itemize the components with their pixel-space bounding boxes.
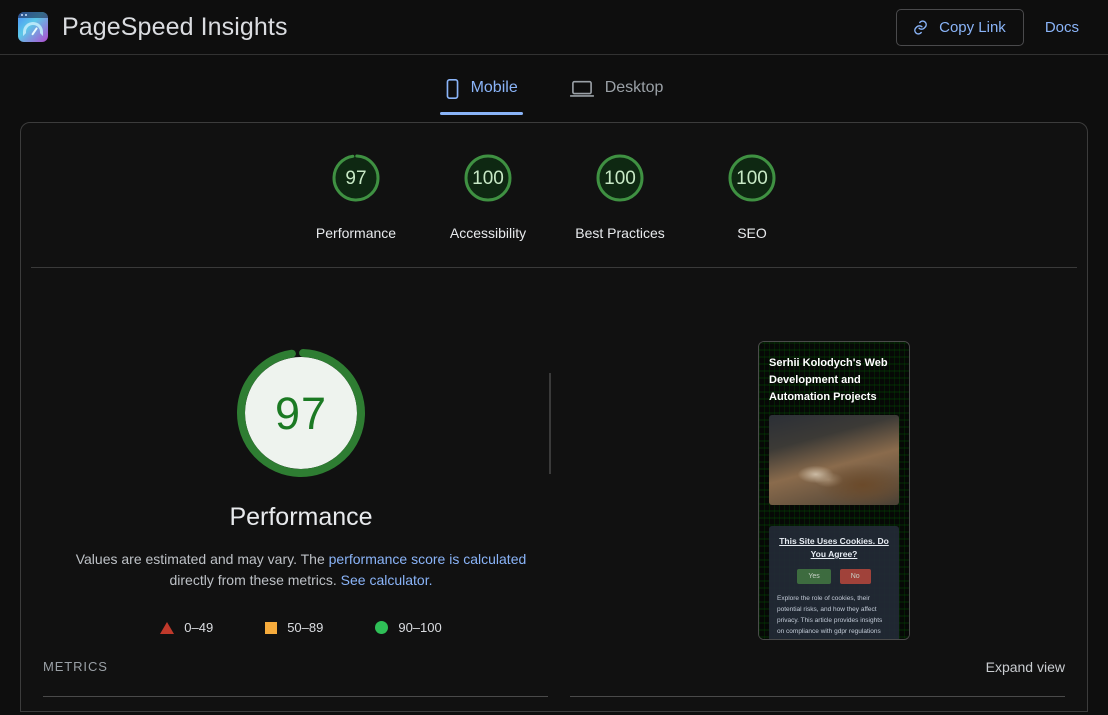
metrics-underline-group bbox=[21, 696, 1087, 697]
performance-score-link[interactable]: performance score is calculated bbox=[329, 551, 527, 567]
legend-range-medium: 50–89 bbox=[287, 620, 323, 635]
cookie-dialog-text: Explore the role of cookies, their poten… bbox=[777, 593, 891, 640]
thumbnail-content: Serhii Kolodych's Web Development and Au… bbox=[769, 355, 899, 505]
description-middle: directly from these metrics. bbox=[170, 572, 341, 588]
pagespeed-logo-icon bbox=[18, 12, 48, 42]
metrics-underline-right bbox=[570, 696, 1065, 697]
app-header: PageSpeed Insights Copy Link Docs bbox=[0, 0, 1108, 55]
screenshot-pane: Serhii Kolodych's Web Development and Au… bbox=[581, 268, 1087, 688]
category-score-accessibility[interactable]: 100 Accessibility bbox=[422, 151, 554, 241]
description-prefix: Values are estimated and may vary. The bbox=[76, 551, 329, 567]
tab-mobile-label: Mobile bbox=[471, 80, 518, 98]
performance-summary: 97 Performance Values are estimated and … bbox=[21, 268, 581, 688]
mini-gauge-value: 100 bbox=[472, 169, 504, 188]
tab-desktop-label: Desktop bbox=[605, 80, 664, 98]
see-calculator-link[interactable]: See calculator. bbox=[341, 572, 433, 588]
legend-range-low: 0–49 bbox=[184, 620, 213, 635]
vertical-divider bbox=[549, 373, 551, 474]
docs-link[interactable]: Docs bbox=[1036, 11, 1088, 44]
performance-gauge-label: Performance bbox=[229, 503, 372, 532]
legend-item-high: 90–100 bbox=[375, 620, 441, 635]
cookie-decline-button: No bbox=[840, 569, 871, 584]
brand: PageSpeed Insights bbox=[18, 12, 288, 42]
report-body: 97 Performance Values are estimated and … bbox=[21, 268, 1087, 688]
category-score-best-practices[interactable]: 100 Best Practices bbox=[554, 151, 686, 241]
metrics-underline-left bbox=[43, 696, 548, 697]
score-legend: 0–49 50–89 90–100 bbox=[160, 620, 441, 635]
mini-gauge-label: Performance bbox=[316, 225, 396, 241]
triangle-icon bbox=[160, 622, 174, 634]
link-icon bbox=[912, 19, 929, 36]
thumbnail-hero-image bbox=[769, 415, 899, 505]
cookie-dialog-title: This Site Uses Cookies. Do You Agree? bbox=[777, 535, 891, 561]
mini-gauge-label: SEO bbox=[737, 225, 767, 241]
mini-gauge-best-practices: 100 bbox=[593, 151, 647, 205]
device-tabs: Mobile Desktop bbox=[0, 55, 1108, 122]
mobile-phone-icon bbox=[445, 78, 460, 100]
category-score-performance[interactable]: 97 Performance bbox=[290, 151, 422, 241]
cookie-accept-button: Yes bbox=[797, 569, 830, 584]
mini-gauge-performance: 97 bbox=[329, 151, 383, 205]
header-actions: Copy Link Docs bbox=[896, 9, 1088, 46]
performance-description: Values are estimated and may vary. The p… bbox=[71, 549, 531, 591]
circle-icon bbox=[375, 621, 388, 634]
category-score-row: 97 Performance 100 Accessibility 100 bbox=[21, 123, 1087, 241]
mini-gauge-label: Accessibility bbox=[450, 225, 526, 241]
cookie-consent-dialog: This Site Uses Cookies. Do You Agree? Ye… bbox=[769, 526, 899, 640]
category-score-seo[interactable]: 100 SEO bbox=[686, 151, 818, 241]
mini-gauge-value: 100 bbox=[736, 169, 768, 188]
expand-view-button[interactable]: Expand view bbox=[986, 659, 1075, 675]
mini-gauge-value: 97 bbox=[345, 169, 366, 188]
square-icon bbox=[265, 622, 277, 634]
mini-gauge-seo: 100 bbox=[725, 151, 779, 205]
app-title: PageSpeed Insights bbox=[62, 13, 288, 42]
cookie-dialog-actions: Yes No bbox=[777, 569, 891, 584]
copy-link-label: Copy Link bbox=[939, 19, 1006, 36]
metrics-header: METRICS Expand view bbox=[21, 659, 1087, 711]
legend-item-low: 0–49 bbox=[160, 620, 213, 635]
performance-gauge-value: 97 bbox=[275, 391, 327, 436]
mini-gauge-label: Best Practices bbox=[575, 225, 664, 241]
performance-gauge: 97 bbox=[233, 345, 369, 481]
tab-desktop[interactable]: Desktop bbox=[565, 55, 669, 122]
laptop-icon bbox=[570, 79, 594, 99]
legend-item-medium: 50–89 bbox=[265, 620, 323, 635]
tab-mobile[interactable]: Mobile bbox=[440, 55, 523, 122]
metrics-label: METRICS bbox=[33, 659, 108, 674]
report-card: 97 Performance 100 Accessibility 100 bbox=[20, 122, 1088, 712]
mini-gauge-value: 100 bbox=[604, 169, 636, 188]
page-screenshot-thumbnail[interactable]: Serhii Kolodych's Web Development and Au… bbox=[758, 341, 910, 640]
thumbnail-page-title: Serhii Kolodych's Web Development and Au… bbox=[769, 355, 899, 406]
copy-link-button[interactable]: Copy Link bbox=[896, 9, 1024, 46]
mini-gauge-accessibility: 100 bbox=[461, 151, 515, 205]
legend-range-high: 90–100 bbox=[398, 620, 441, 635]
